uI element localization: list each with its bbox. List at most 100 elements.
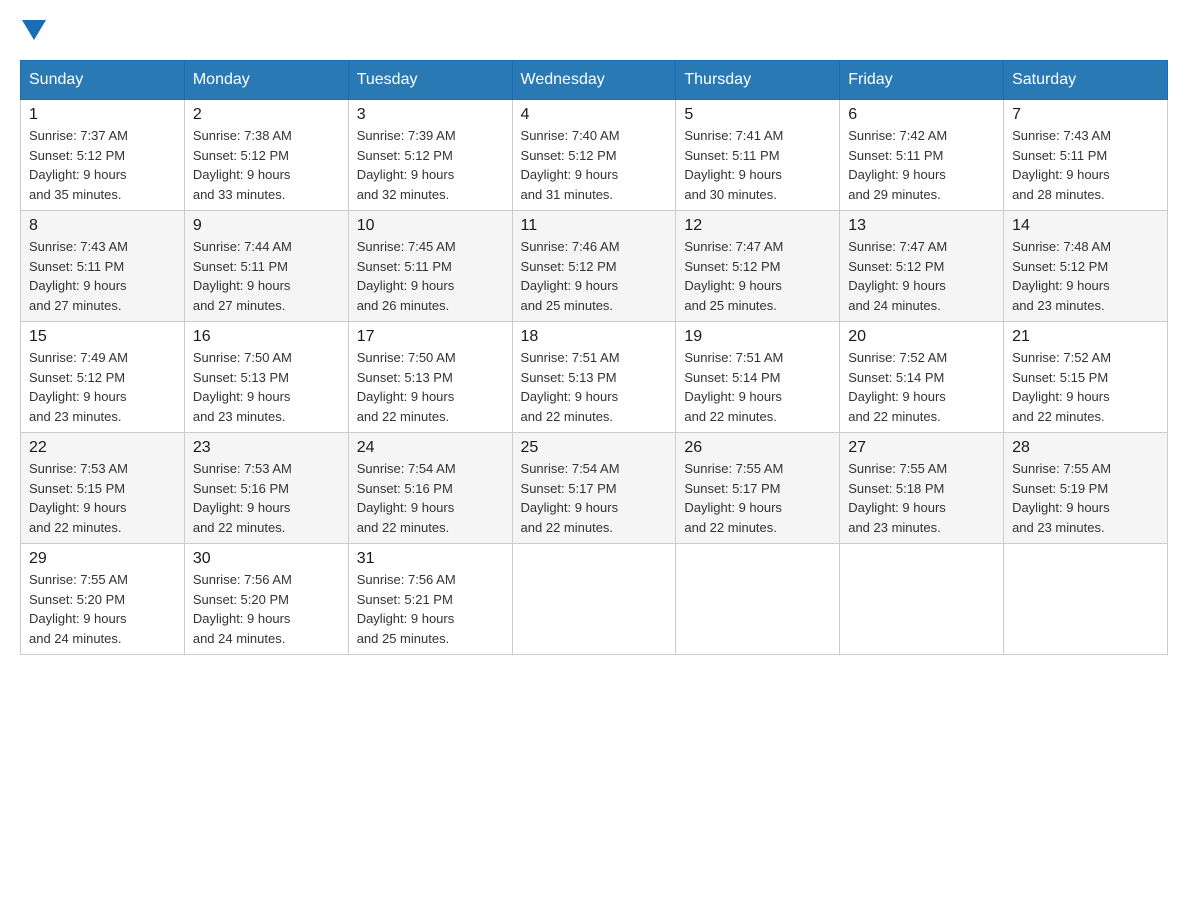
day-info: Sunrise: 7:55 AM Sunset: 5:17 PM Dayligh…	[684, 459, 831, 537]
sunrise-label: Sunrise: 7:44 AM	[193, 239, 292, 254]
day-number: 21	[1012, 328, 1159, 346]
daylight-label: Daylight: 9 hours	[29, 611, 127, 626]
day-info: Sunrise: 7:50 AM Sunset: 5:13 PM Dayligh…	[193, 348, 340, 426]
day-number: 10	[357, 217, 504, 235]
day-info: Sunrise: 7:56 AM Sunset: 5:21 PM Dayligh…	[357, 570, 504, 648]
daylight-label: Daylight: 9 hours	[357, 500, 455, 515]
daylight-minutes: and 23 minutes.	[29, 409, 122, 424]
daylight-label: Daylight: 9 hours	[29, 278, 127, 293]
calendar-day: 26 Sunrise: 7:55 AM Sunset: 5:17 PM Dayl…	[676, 433, 840, 544]
day-info: Sunrise: 7:51 AM Sunset: 5:14 PM Dayligh…	[684, 348, 831, 426]
day-number: 1	[29, 106, 176, 124]
calendar-day: 17 Sunrise: 7:50 AM Sunset: 5:13 PM Dayl…	[348, 322, 512, 433]
daylight-minutes: and 22 minutes.	[848, 409, 941, 424]
sunset-label: Sunset: 5:11 PM	[684, 148, 779, 163]
sunset-label: Sunset: 5:11 PM	[1012, 148, 1107, 163]
calendar-day	[512, 544, 676, 655]
day-info: Sunrise: 7:42 AM Sunset: 5:11 PM Dayligh…	[848, 126, 995, 204]
calendar-day: 8 Sunrise: 7:43 AM Sunset: 5:11 PM Dayli…	[21, 211, 185, 322]
sunrise-label: Sunrise: 7:43 AM	[29, 239, 128, 254]
daylight-label: Daylight: 9 hours	[29, 500, 127, 515]
calendar-day: 19 Sunrise: 7:51 AM Sunset: 5:14 PM Dayl…	[676, 322, 840, 433]
sunrise-label: Sunrise: 7:37 AM	[29, 128, 128, 143]
calendar-day	[1004, 544, 1168, 655]
calendar-week-3: 15 Sunrise: 7:49 AM Sunset: 5:12 PM Dayl…	[21, 322, 1168, 433]
day-number: 5	[684, 106, 831, 124]
daylight-minutes: and 22 minutes.	[1012, 409, 1105, 424]
calendar-day: 28 Sunrise: 7:55 AM Sunset: 5:19 PM Dayl…	[1004, 433, 1168, 544]
calendar-day: 13 Sunrise: 7:47 AM Sunset: 5:12 PM Dayl…	[840, 211, 1004, 322]
sunset-label: Sunset: 5:14 PM	[684, 370, 780, 385]
page-header	[20, 20, 1168, 40]
daylight-label: Daylight: 9 hours	[29, 389, 127, 404]
calendar-day: 9 Sunrise: 7:44 AM Sunset: 5:11 PM Dayli…	[184, 211, 348, 322]
sunset-label: Sunset: 5:13 PM	[357, 370, 453, 385]
daylight-minutes: and 22 minutes.	[684, 409, 777, 424]
calendar-day: 14 Sunrise: 7:48 AM Sunset: 5:12 PM Dayl…	[1004, 211, 1168, 322]
day-info: Sunrise: 7:43 AM Sunset: 5:11 PM Dayligh…	[1012, 126, 1159, 204]
daylight-label: Daylight: 9 hours	[193, 389, 291, 404]
col-header-monday: Monday	[184, 61, 348, 100]
calendar-week-1: 1 Sunrise: 7:37 AM Sunset: 5:12 PM Dayli…	[21, 100, 1168, 211]
daylight-minutes: and 28 minutes.	[1012, 187, 1105, 202]
sunrise-label: Sunrise: 7:43 AM	[1012, 128, 1111, 143]
day-info: Sunrise: 7:38 AM Sunset: 5:12 PM Dayligh…	[193, 126, 340, 204]
daylight-label: Daylight: 9 hours	[684, 278, 782, 293]
col-header-friday: Friday	[840, 61, 1004, 100]
daylight-label: Daylight: 9 hours	[193, 167, 291, 182]
calendar-day	[676, 544, 840, 655]
calendar-week-5: 29 Sunrise: 7:55 AM Sunset: 5:20 PM Dayl…	[21, 544, 1168, 655]
sunrise-label: Sunrise: 7:56 AM	[193, 572, 292, 587]
daylight-minutes: and 30 minutes.	[684, 187, 777, 202]
calendar-day: 2 Sunrise: 7:38 AM Sunset: 5:12 PM Dayli…	[184, 100, 348, 211]
daylight-minutes: and 24 minutes.	[193, 631, 286, 646]
sunrise-label: Sunrise: 7:53 AM	[193, 461, 292, 476]
sunset-label: Sunset: 5:11 PM	[193, 259, 288, 274]
daylight-label: Daylight: 9 hours	[1012, 278, 1110, 293]
sunrise-label: Sunrise: 7:47 AM	[684, 239, 783, 254]
day-info: Sunrise: 7:56 AM Sunset: 5:20 PM Dayligh…	[193, 570, 340, 648]
sunrise-label: Sunrise: 7:56 AM	[357, 572, 456, 587]
daylight-minutes: and 31 minutes.	[521, 187, 614, 202]
daylight-minutes: and 22 minutes.	[684, 520, 777, 535]
day-number: 4	[521, 106, 668, 124]
calendar-day: 31 Sunrise: 7:56 AM Sunset: 5:21 PM Dayl…	[348, 544, 512, 655]
calendar-day: 29 Sunrise: 7:55 AM Sunset: 5:20 PM Dayl…	[21, 544, 185, 655]
sunset-label: Sunset: 5:11 PM	[357, 259, 452, 274]
day-info: Sunrise: 7:44 AM Sunset: 5:11 PM Dayligh…	[193, 237, 340, 315]
col-header-sunday: Sunday	[21, 61, 185, 100]
sunset-label: Sunset: 5:12 PM	[357, 148, 453, 163]
sunrise-label: Sunrise: 7:38 AM	[193, 128, 292, 143]
day-number: 23	[193, 439, 340, 457]
sunset-label: Sunset: 5:20 PM	[29, 592, 125, 607]
daylight-label: Daylight: 9 hours	[684, 500, 782, 515]
calendar-day: 3 Sunrise: 7:39 AM Sunset: 5:12 PM Dayli…	[348, 100, 512, 211]
day-number: 16	[193, 328, 340, 346]
day-info: Sunrise: 7:45 AM Sunset: 5:11 PM Dayligh…	[357, 237, 504, 315]
daylight-minutes: and 25 minutes.	[521, 298, 614, 313]
sunset-label: Sunset: 5:17 PM	[521, 481, 617, 496]
day-info: Sunrise: 7:52 AM Sunset: 5:14 PM Dayligh…	[848, 348, 995, 426]
daylight-minutes: and 26 minutes.	[357, 298, 450, 313]
calendar-day: 18 Sunrise: 7:51 AM Sunset: 5:13 PM Dayl…	[512, 322, 676, 433]
calendar-table: SundayMondayTuesdayWednesdayThursdayFrid…	[20, 60, 1168, 655]
daylight-label: Daylight: 9 hours	[357, 611, 455, 626]
sunset-label: Sunset: 5:12 PM	[521, 148, 617, 163]
day-info: Sunrise: 7:52 AM Sunset: 5:15 PM Dayligh…	[1012, 348, 1159, 426]
sunrise-label: Sunrise: 7:54 AM	[521, 461, 620, 476]
daylight-label: Daylight: 9 hours	[521, 389, 619, 404]
day-info: Sunrise: 7:47 AM Sunset: 5:12 PM Dayligh…	[848, 237, 995, 315]
day-number: 30	[193, 550, 340, 568]
day-info: Sunrise: 7:54 AM Sunset: 5:16 PM Dayligh…	[357, 459, 504, 537]
sunrise-label: Sunrise: 7:46 AM	[521, 239, 620, 254]
sunrise-label: Sunrise: 7:47 AM	[848, 239, 947, 254]
day-number: 19	[684, 328, 831, 346]
daylight-minutes: and 22 minutes.	[357, 520, 450, 535]
daylight-label: Daylight: 9 hours	[357, 167, 455, 182]
sunset-label: Sunset: 5:15 PM	[29, 481, 125, 496]
daylight-label: Daylight: 9 hours	[193, 278, 291, 293]
calendar-day	[840, 544, 1004, 655]
sunset-label: Sunset: 5:19 PM	[1012, 481, 1108, 496]
daylight-label: Daylight: 9 hours	[848, 278, 946, 293]
calendar-day: 11 Sunrise: 7:46 AM Sunset: 5:12 PM Dayl…	[512, 211, 676, 322]
